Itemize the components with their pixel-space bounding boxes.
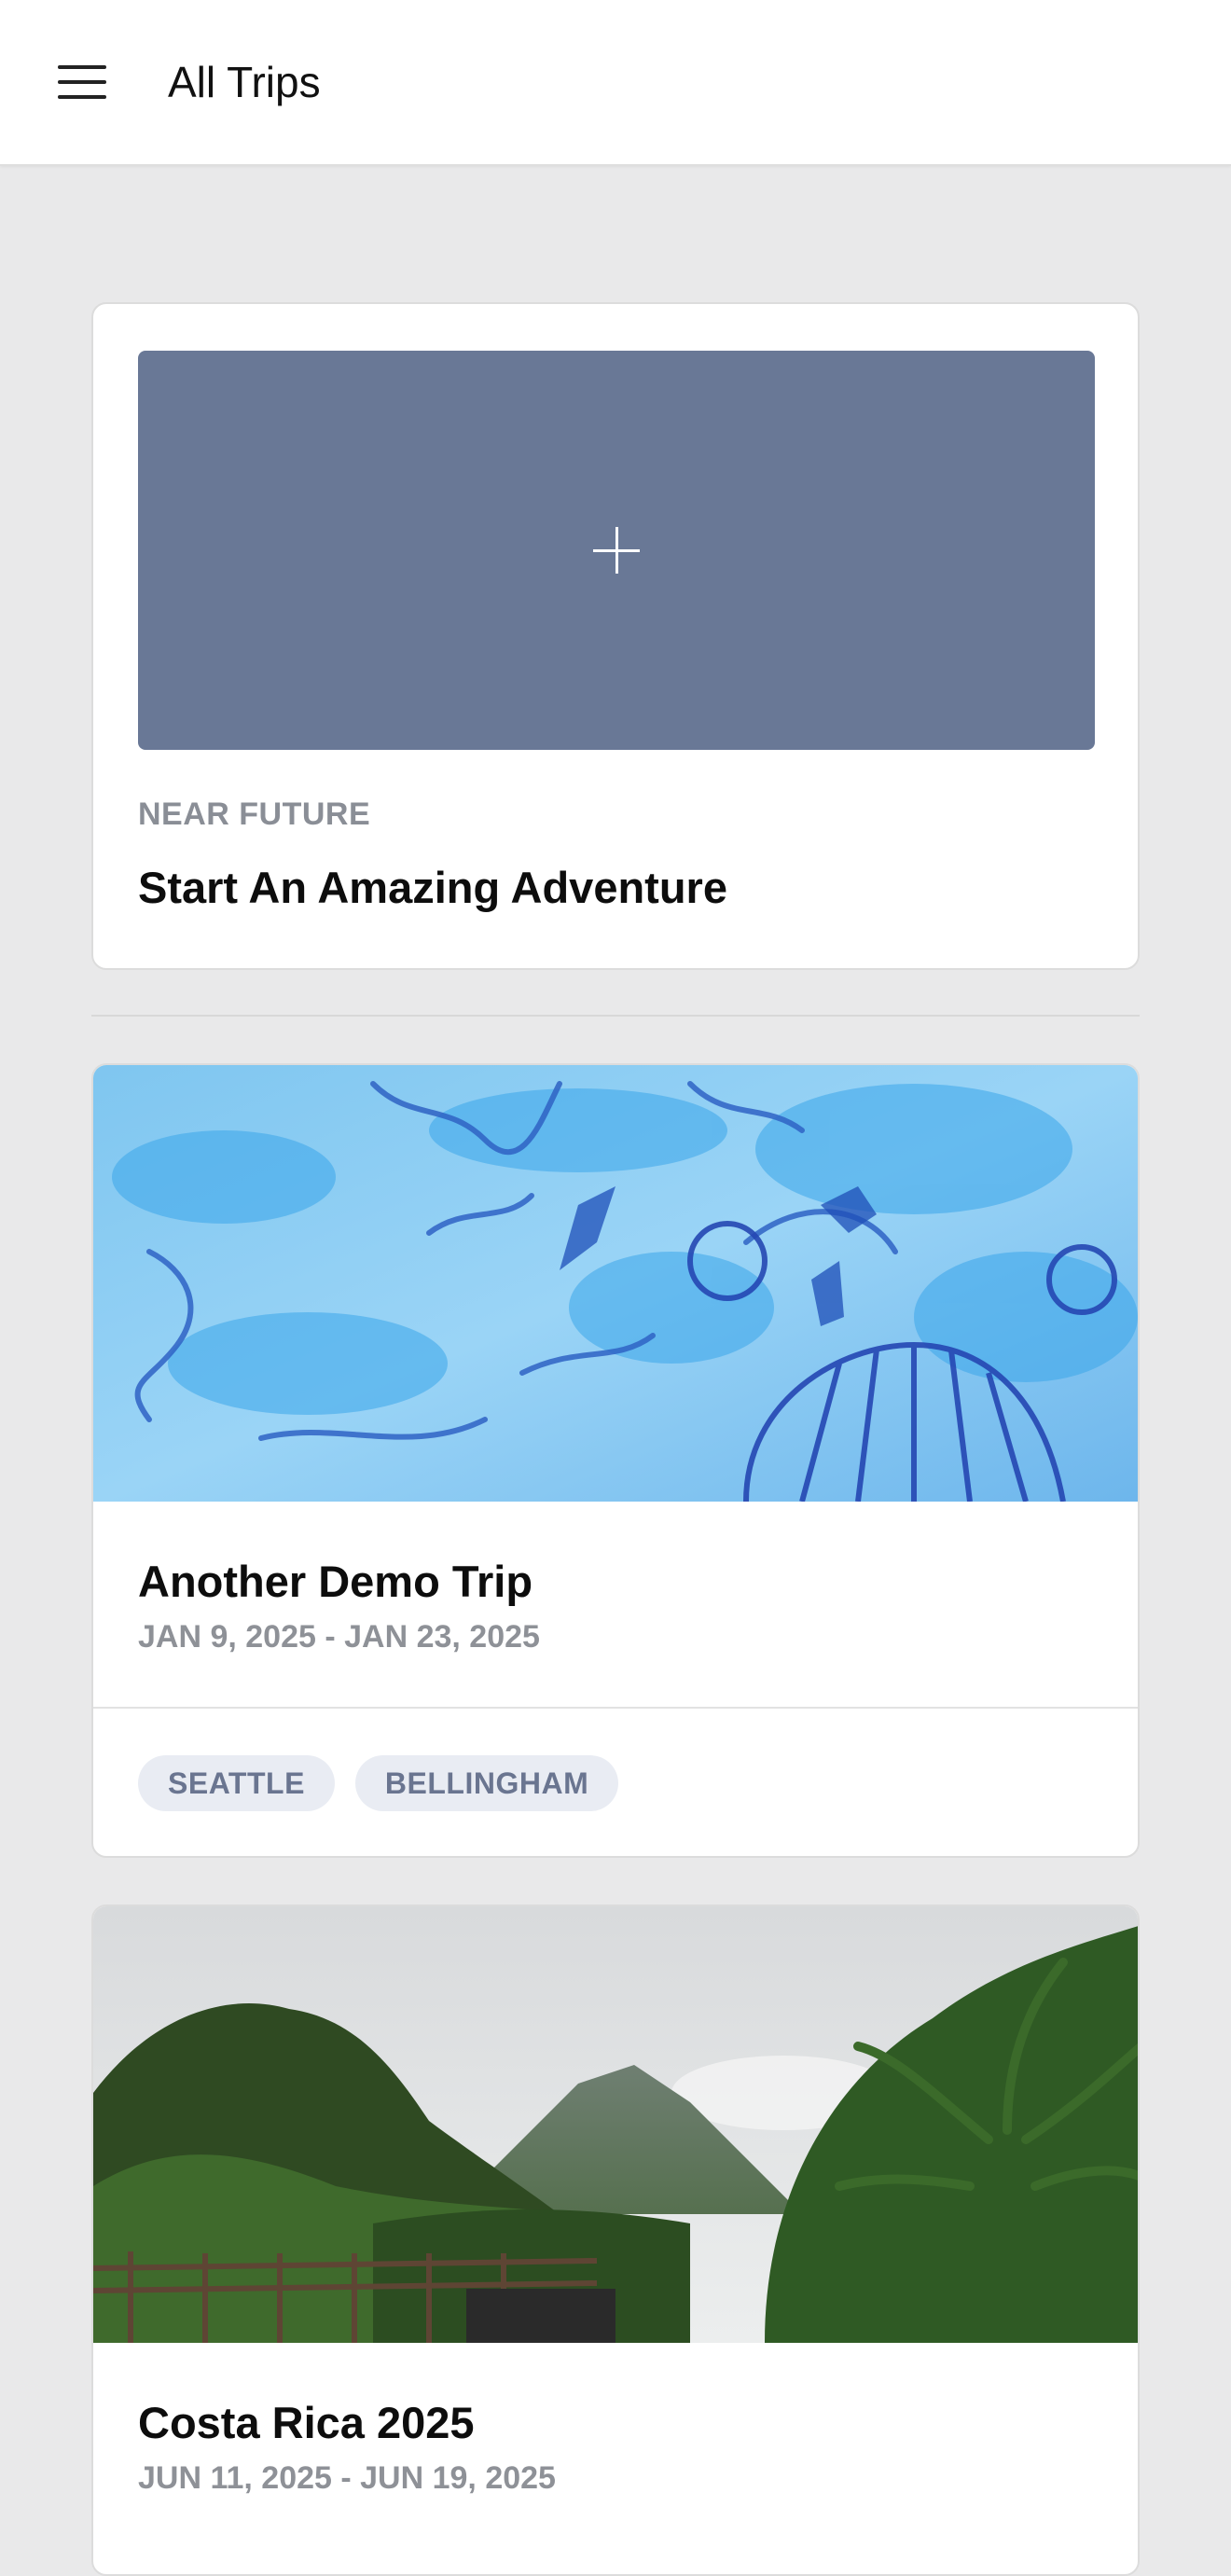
new-trip-card[interactable]: NEAR FUTURE Start An Amazing Adventure bbox=[91, 302, 1140, 970]
trip-card[interactable]: Another Demo Trip JAN 9, 2025 - JAN 23, … bbox=[91, 1063, 1140, 1858]
add-trip-button[interactable] bbox=[138, 351, 1095, 750]
tag-chip[interactable]: SEATTLE bbox=[138, 1755, 335, 1811]
new-trip-title: Start An Amazing Adventure bbox=[138, 863, 727, 912]
trip-cover-image bbox=[93, 1065, 1138, 1502]
section-divider bbox=[91, 1015, 1140, 1017]
trip-card[interactable]: Costa Rica 2025 JUN 11, 2025 - JUN 19, 2… bbox=[91, 1904, 1140, 2576]
trip-name: Costa Rica 2025 bbox=[138, 2398, 475, 2447]
plus-icon bbox=[593, 527, 640, 574]
top-app-bar: All Trips bbox=[0, 0, 1231, 166]
trip-dates: JUN 11, 2025 - JUN 19, 2025 bbox=[138, 2460, 556, 2496]
new-trip-eyebrow: NEAR FUTURE bbox=[138, 796, 371, 832]
tag-divider bbox=[93, 1707, 1138, 1709]
trip-name: Another Demo Trip bbox=[138, 1557, 533, 1606]
trip-cover-image bbox=[93, 1906, 1138, 2343]
page-title: All Trips bbox=[168, 58, 321, 106]
tag-chip[interactable]: BELLINGHAM bbox=[354, 1755, 619, 1811]
trip-tags: SEATTLE BELLINGHAM bbox=[138, 1755, 619, 1811]
hamburger-menu-icon[interactable] bbox=[56, 62, 108, 103]
trip-dates: JAN 9, 2025 - JAN 23, 2025 bbox=[138, 1619, 540, 1655]
